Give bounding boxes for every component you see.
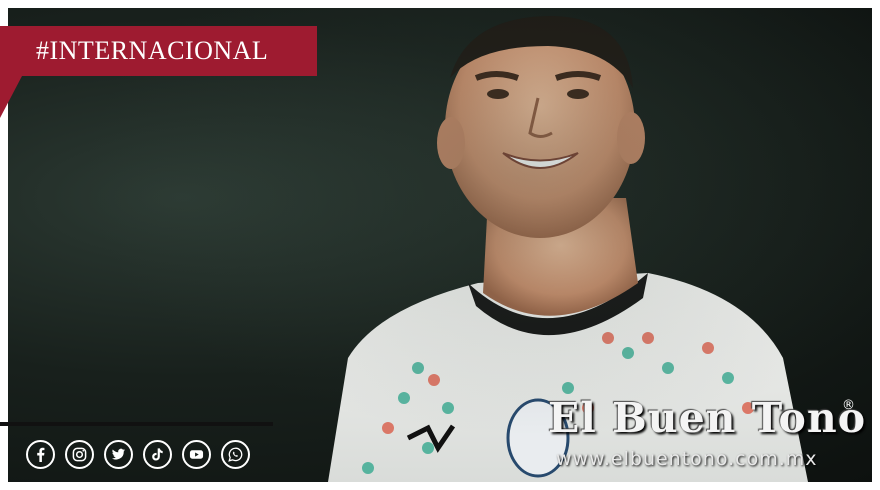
- twitter-icon[interactable]: [104, 440, 133, 469]
- brand-logo: El Buen Tono: [548, 394, 867, 442]
- divider-line: [0, 422, 273, 426]
- whatsapp-icon[interactable]: [221, 440, 250, 469]
- banner-tab-decoration: [0, 76, 22, 118]
- category-label: #INTERNACIONAL: [36, 36, 269, 65]
- brand-url[interactable]: www.elbuentono.com.mx: [556, 448, 818, 470]
- tiktok-icon[interactable]: [143, 440, 172, 469]
- youtube-icon[interactable]: [182, 440, 211, 469]
- instagram-icon[interactable]: [65, 440, 94, 469]
- facebook-icon[interactable]: [26, 440, 55, 469]
- social-links: [26, 440, 250, 469]
- registered-mark: ®: [842, 398, 855, 413]
- category-banner[interactable]: #INTERNACIONAL: [0, 26, 317, 76]
